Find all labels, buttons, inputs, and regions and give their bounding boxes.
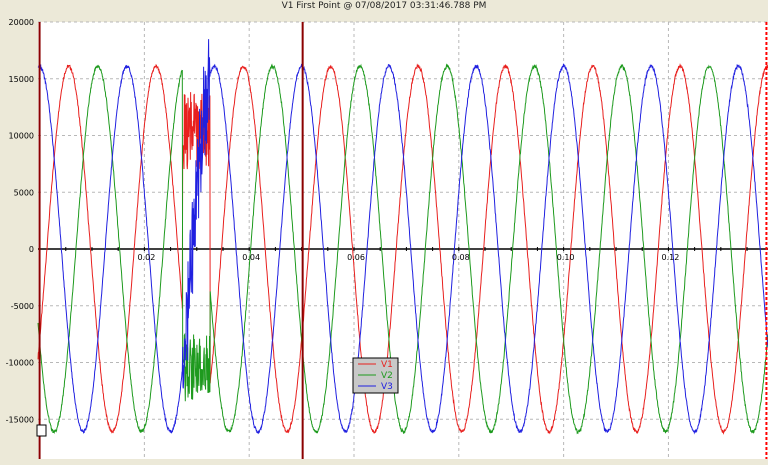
x-tick-label: 0.08 — [452, 253, 470, 262]
zoom-box-icon[interactable] — [36, 424, 47, 437]
y-tick-label: 20000 — [9, 18, 34, 27]
x-tick-label: 0.10 — [557, 253, 575, 262]
legend-label-v1: V1 — [381, 360, 393, 370]
y-tick-label: 0 — [29, 245, 34, 254]
x-tick-label: 0.02 — [137, 253, 155, 262]
x-tick-label: 0.06 — [347, 253, 365, 262]
legend-label-v3: V3 — [381, 382, 393, 392]
x-tick-label: 0.12 — [662, 253, 680, 262]
y-tick-label: 10000 — [9, 132, 34, 141]
y-tick-label: 5000 — [14, 188, 34, 197]
x-tick-label: 0.04 — [242, 253, 260, 262]
legend-label-v2: V2 — [381, 371, 393, 381]
y-tick-label: 15000 — [9, 75, 34, 84]
waveform-chart: 20000 15000 10000 5000 0 -5000 -10000 -15000 0.… — [6, 18, 768, 459]
legend[interactable]: V1V2V3 — [352, 357, 399, 394]
chart-window: V1 First Point @ 07/08/2017 03:31:46.788… — [0, 0, 768, 465]
y-tick-label: -10000 — [6, 359, 34, 368]
y-tick-label: -15000 — [6, 415, 34, 424]
y-tick-label: -5000 — [11, 302, 34, 311]
y-tick-labels: 20000 15000 10000 5000 0 -5000 -10000 -15000 — [6, 18, 34, 424]
